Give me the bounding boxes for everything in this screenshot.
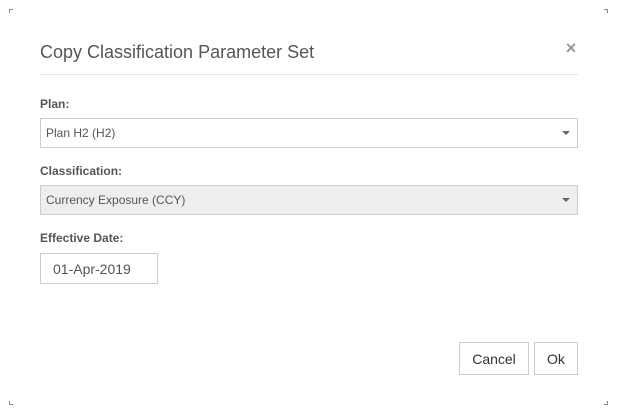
classification-select[interactable]: Currency Exposure (CCY) — [40, 185, 578, 215]
chevron-down-icon — [562, 198, 570, 202]
classification-select-value: Currency Exposure (CCY) — [46, 193, 186, 207]
ok-button[interactable]: Ok — [534, 342, 578, 375]
effective-date-input[interactable] — [40, 253, 158, 284]
copy-classification-dialog: Copy Classification Parameter Set × Plan… — [0, 0, 617, 414]
resize-corner-bottom-right — [604, 401, 608, 405]
classification-label: Classification: — [40, 164, 123, 178]
close-icon[interactable]: × — [563, 38, 579, 58]
dialog-title: Copy Classification Parameter Set — [40, 42, 315, 62]
resize-corner-bottom-left — [9, 401, 13, 405]
resize-corner-top-right — [604, 9, 608, 13]
effective-date-label: Effective Date: — [40, 231, 124, 245]
cancel-button[interactable]: Cancel — [459, 342, 529, 375]
plan-select-value: Plan H2 (H2) — [46, 126, 116, 140]
resize-corner-top-left — [9, 9, 13, 13]
plan-select[interactable]: Plan H2 (H2) — [40, 118, 578, 148]
plan-label: Plan: — [40, 97, 70, 111]
header-divider — [40, 74, 578, 75]
chevron-down-icon — [562, 131, 570, 135]
